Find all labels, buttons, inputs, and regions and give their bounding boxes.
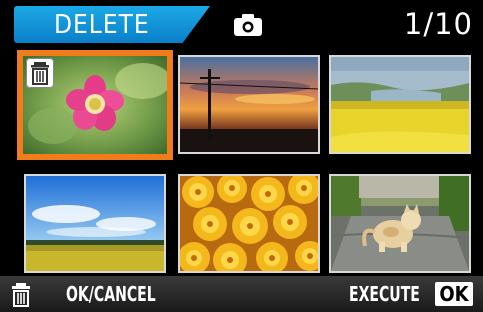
camera-icon (234, 14, 262, 36)
canola-field-photo (331, 57, 469, 152)
ok-cancel-hint: OK/CANCEL (66, 282, 156, 306)
thumbnail-5[interactable] (178, 174, 320, 273)
yellow-flowers-photo (180, 176, 318, 271)
sunset-photo (180, 57, 318, 152)
thumbnail-2[interactable] (178, 55, 320, 154)
ok-button[interactable]: OK (435, 282, 473, 306)
thumbnail-6[interactable] (329, 174, 471, 273)
thumbnail-3[interactable] (329, 55, 471, 154)
mode-tab: DELETE (14, 6, 210, 43)
camera-screen: DELETE 1/10 OK/CANCEL EXECUTE OK (0, 0, 483, 312)
delete-mark-icon (26, 58, 54, 88)
mode-label: DELETE (54, 10, 150, 40)
frame-counter: 1/10 (403, 7, 473, 41)
trash-icon (12, 283, 30, 307)
thumbnail-4[interactable] (24, 174, 166, 273)
sky-field-photo (26, 176, 164, 271)
bottom-bar: OK/CANCEL EXECUTE OK (0, 276, 483, 312)
cat-photo (331, 176, 469, 271)
execute-hint: EXECUTE (349, 282, 420, 306)
